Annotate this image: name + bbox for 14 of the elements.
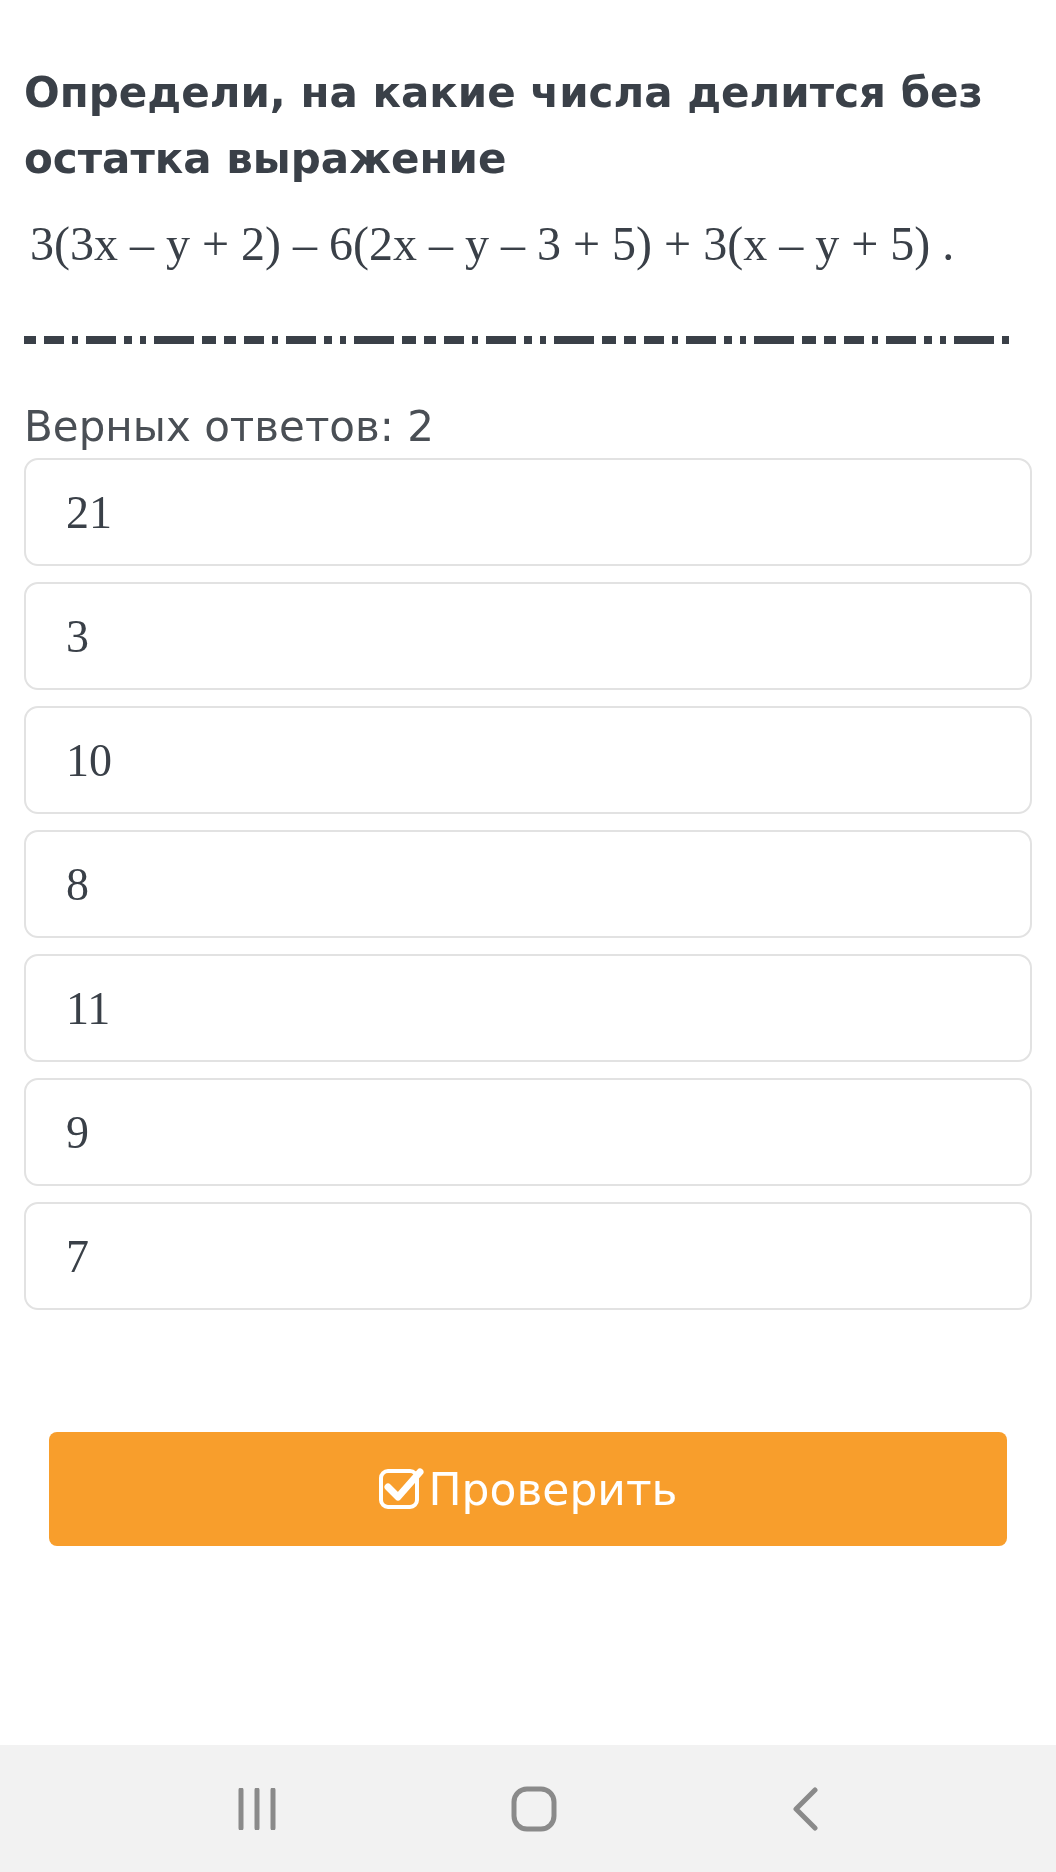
answer-option[interactable]: 11: [24, 954, 1032, 1062]
answer-option[interactable]: 3: [24, 582, 1032, 690]
question-title: Определи, на какие числа делится без остатка выражение: [24, 67, 984, 185]
answer-option[interactable]: 8: [24, 830, 1032, 938]
back-icon[interactable]: [791, 1786, 819, 1831]
recent-apps-icon[interactable]: [237, 1787, 277, 1830]
correct-answers-count: Верных ответов: 2: [24, 402, 436, 452]
answer-option[interactable]: 10: [24, 706, 1032, 814]
math-expression: 3(3x – y + 2) – 6(2x – y – 3 + 5) + 3(x – y + 5) .: [29, 216, 956, 273]
answer-option[interactable]: 7: [24, 1202, 1032, 1310]
home-icon[interactable]: [511, 1785, 557, 1832]
checkbox-check-icon: [378, 1466, 425, 1512]
answer-option[interactable]: 21: [24, 458, 1032, 566]
answer-option[interactable]: 9: [24, 1078, 1032, 1186]
